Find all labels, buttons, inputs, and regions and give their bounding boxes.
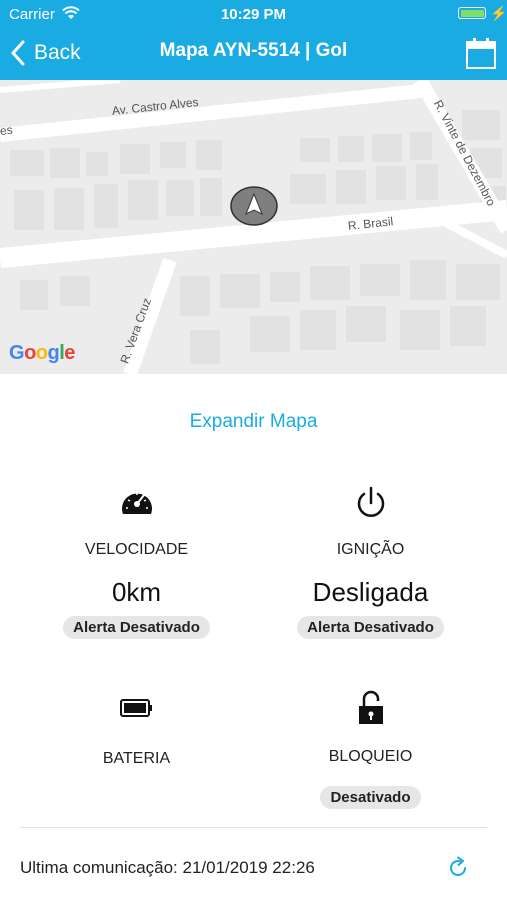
nav-bar: Back Mapa AYN-5514 | Gol <box>0 28 507 80</box>
ignicao-value: Desligada <box>312 577 429 607</box>
map-tiles <box>0 80 507 374</box>
map-view[interactable]: Av. Castro Alves R. Vinte de Dezembro R.… <box>0 80 507 374</box>
chevron-left-icon <box>11 40 25 66</box>
footer-divider <box>20 827 487 828</box>
bateria-card: BATERIA <box>10 698 263 768</box>
ignicao-label: IGNIÇÃO <box>336 541 405 558</box>
battery-icon <box>458 7 486 19</box>
power-icon <box>357 486 384 517</box>
speedometer-icon <box>121 493 152 514</box>
velocidade-alert-badge[interactable]: Alerta Desativado <box>63 616 210 639</box>
app-header: Carrier 10:29 PM ⚡ Back Mapa AYN-5514 | … <box>0 0 507 80</box>
street-label-partial: es <box>0 122 14 138</box>
last-communication-text: Ultima comunicação: 21/01/2019 22:26 <box>20 858 315 877</box>
ignicao-card: IGNIÇÃO Desligada Alerta Desativado <box>244 486 497 639</box>
velocidade-card: VELOCIDADE 0km Alerta Desativado <box>10 486 263 639</box>
velocidade-label: VELOCIDADE <box>84 541 189 558</box>
bateria-label: BATERIA <box>102 750 171 767</box>
back-label: Back <box>34 41 81 64</box>
battery-icon <box>119 699 152 717</box>
bloqueio-card: BLOQUEIO Desativado <box>244 690 497 809</box>
refresh-icon[interactable] <box>446 856 470 880</box>
bloqueio-status-badge[interactable]: Desativado <box>320 786 421 809</box>
calendar-icon[interactable] <box>466 37 496 69</box>
velocidade-value: 0km <box>111 577 162 607</box>
status-bar: Carrier 10:29 PM ⚡ <box>0 0 507 28</box>
back-button[interactable]: Back <box>10 38 81 68</box>
bloqueio-label: BLOQUEIO <box>328 748 413 765</box>
navigation-arrow-icon[interactable] <box>230 186 278 226</box>
padlock-icon <box>358 690 383 724</box>
ignicao-alert-badge[interactable]: Alerta Desativado <box>297 616 444 639</box>
expand-map-button[interactable]: Expandir Mapa <box>0 411 507 433</box>
charging-icon: ⚡ <box>490 5 507 21</box>
clock: 10:29 PM <box>220 6 287 23</box>
google-logo: Google <box>9 342 75 364</box>
